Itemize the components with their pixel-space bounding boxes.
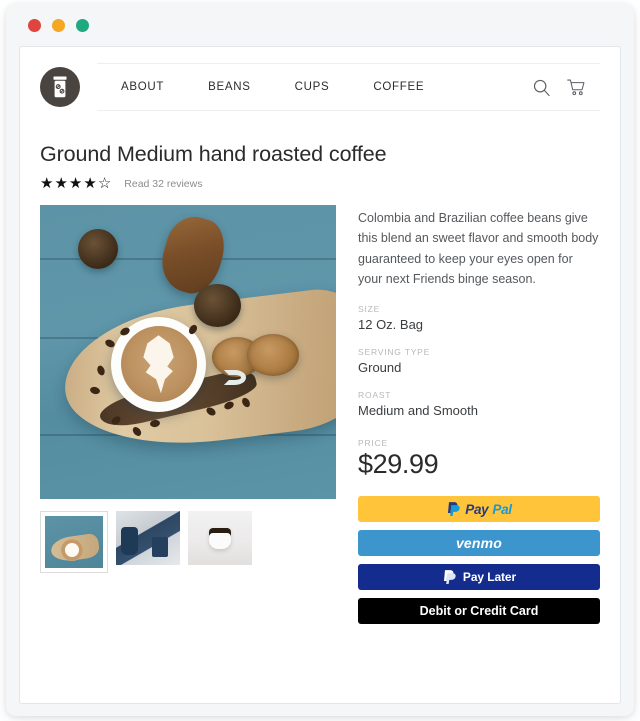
paylater-button[interactable]: Pay Later (358, 564, 600, 590)
nav-icon-group (532, 78, 598, 97)
thumbnail-2[interactable] (116, 511, 180, 565)
spec-roast-value: Medium and Smooth (358, 403, 478, 418)
star-rating[interactable]: ★ ★ ★ ★ ☆ (40, 176, 111, 191)
window-titlebar (6, 4, 634, 46)
paypal-label-pal: Pal (492, 501, 512, 517)
price-label: PRICE (358, 438, 388, 448)
spec-serving-type: SERVING TYPE Ground (358, 347, 600, 375)
thumbnail-2-cup (152, 537, 169, 558)
browser-window: ABOUT BEANS CUPS COFFEE Ground Medium ha… (6, 4, 634, 716)
window-zoom-button[interactable] (76, 18, 89, 32)
search-icon[interactable] (532, 78, 551, 97)
site-logo[interactable] (40, 67, 80, 107)
price-block: PRICE $29.99 (358, 438, 600, 480)
spec-size: SIZE 12 Oz. Bag (358, 304, 600, 332)
main-navigation: ABOUT BEANS CUPS COFFEE (97, 63, 600, 111)
paypal-button[interactable]: Pay Pal (358, 496, 600, 522)
thumbnail-3-art (188, 511, 252, 565)
thumbnail-1-cup (61, 538, 84, 561)
site-header: ABOUT BEANS CUPS COFFEE (20, 47, 620, 111)
thumbnail-3[interactable] (188, 511, 252, 565)
gallery-column (40, 205, 336, 624)
thumbnail-strip (40, 511, 336, 573)
star-filled-1: ★ (40, 175, 54, 192)
spec-serving-type-value: Ground (358, 360, 402, 375)
nav-item-coffee[interactable]: COFFEE (351, 81, 446, 93)
star-empty-5: ☆ (97, 175, 112, 192)
details-column: Colombia and Brazilian coffee beans give… (358, 205, 600, 624)
product-section: Ground Medium hand roasted coffee ★ ★ ★ … (20, 142, 620, 624)
thumbnail-2-art (116, 511, 180, 565)
paypal-logo-icon (448, 502, 460, 517)
venmo-label: venmo (455, 535, 503, 551)
nav-links: ABOUT BEANS CUPS COFFEE (99, 81, 532, 93)
thumbnail-1[interactable] (40, 511, 108, 573)
spec-roast-label: ROAST (358, 390, 392, 400)
paylater-label: Pay Later (462, 570, 517, 584)
spec-size-value: 12 Oz. Bag (358, 317, 424, 332)
cart-icon[interactable] (567, 78, 586, 97)
latte-surface (120, 326, 197, 403)
thumbnail-1-art (45, 516, 103, 568)
nav-item-about[interactable]: ABOUT (99, 81, 186, 93)
window-close-button[interactable] (28, 18, 41, 32)
venmo-button[interactable]: venmo (358, 530, 600, 556)
spec-size-label: SIZE (358, 304, 381, 314)
page-viewport: ABOUT BEANS CUPS COFFEE Ground Medium ha… (19, 46, 621, 704)
paypal-wordmark: Pay Pal (446, 501, 512, 517)
star-filled-2: ★ (54, 175, 68, 192)
coffee-jar-icon (53, 76, 67, 98)
read-reviews-link[interactable]: Read 32 reviews (124, 178, 202, 190)
price-value: $29.99 (358, 449, 439, 479)
product-columns: Colombia and Brazilian coffee beans give… (40, 205, 600, 624)
debit-credit-card-button[interactable]: Debit or Credit Card (358, 598, 600, 624)
cup-handle (223, 369, 246, 385)
window-minimize-button[interactable] (52, 18, 65, 32)
product-main-image[interactable] (40, 205, 336, 499)
paypal-monogram-icon (443, 570, 456, 585)
nav-item-beans[interactable]: BEANS (186, 81, 273, 93)
spec-roast: ROAST Medium and Smooth (358, 390, 600, 418)
spec-serving-type-label: SERVING TYPE (358, 347, 431, 357)
pinecone-1 (78, 228, 119, 269)
paypal-label-pay: Pay (465, 501, 489, 517)
payment-buttons: Pay Pal venmo Pay Later Debit or Credit … (358, 496, 600, 624)
rating-row: ★ ★ ★ ★ ☆ Read 32 reviews (40, 176, 600, 191)
page-title: Ground Medium hand roasted coffee (40, 142, 387, 166)
nav-item-cups[interactable]: CUPS (273, 81, 352, 93)
product-description: Colombia and Brazilian coffee beans give… (358, 211, 599, 286)
star-filled-3: ★ (68, 175, 83, 192)
star-filled-4: ★ (83, 175, 97, 192)
latte-art-leaf (143, 335, 174, 394)
debit-credit-card-label: Debit or Credit Card (419, 604, 539, 618)
pinecone-2 (193, 284, 241, 328)
